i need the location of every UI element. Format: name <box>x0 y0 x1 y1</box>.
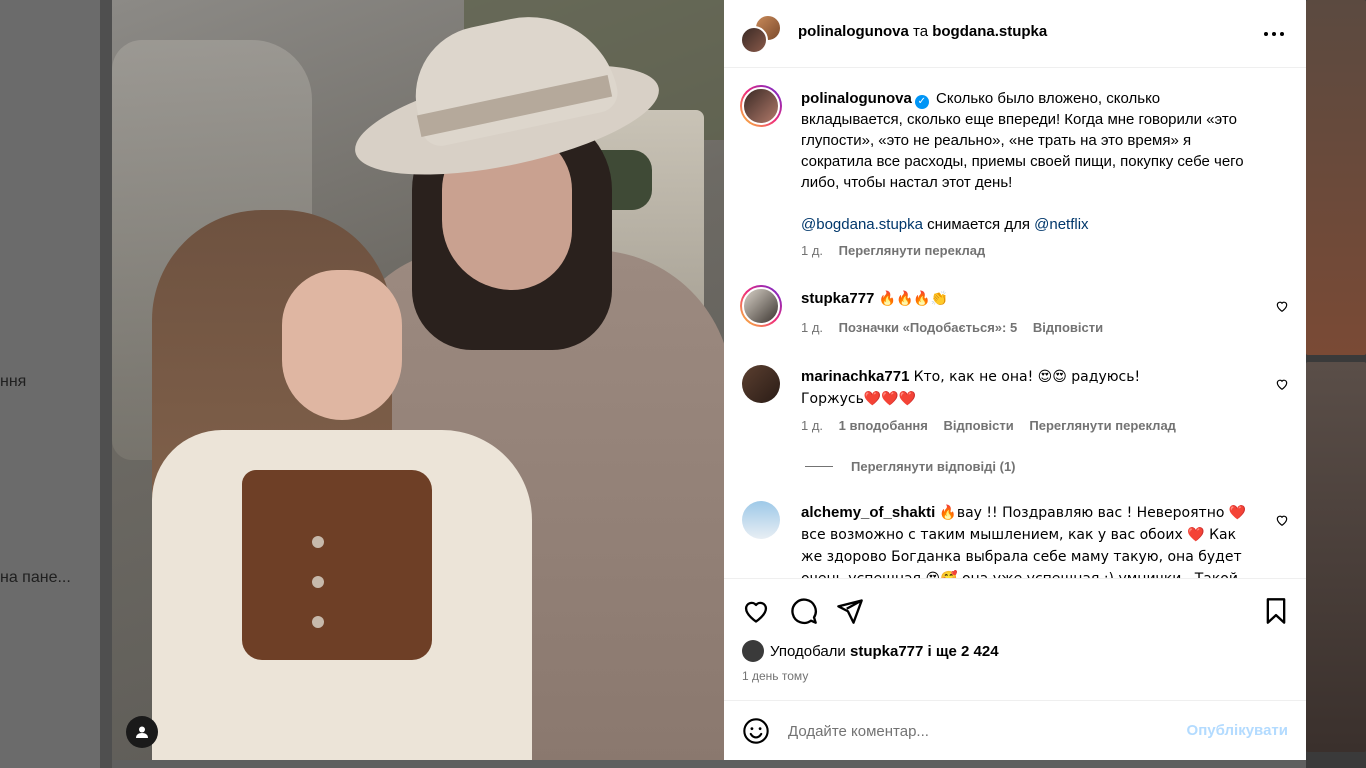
vest-button <box>312 576 324 588</box>
avatar[interactable] <box>742 501 780 539</box>
comment-text: alchemy_of_shakti 🔥вау !! Поздравляю вас… <box>801 502 1261 578</box>
heart-icon[interactable] <box>1275 299 1289 313</box>
replies-divider <box>805 466 833 467</box>
emoji-icon[interactable] <box>742 717 770 745</box>
translate-link[interactable]: Переглянути переклад <box>839 243 986 258</box>
header-user-link[interactable]: polinalogunova <box>798 23 909 40</box>
translate-link[interactable]: Переглянути переклад <box>1029 418 1176 433</box>
comment-username[interactable]: alchemy_of_shakti <box>801 504 935 521</box>
post-side-panel: polinalogunova та bogdana.stupka polinal… <box>724 0 1306 760</box>
post-photo <box>112 0 724 760</box>
comment-likes[interactable]: 1 вподобання <box>839 418 928 433</box>
share-icon[interactable] <box>836 597 864 625</box>
avatar[interactable] <box>740 85 782 127</box>
vest-button <box>312 616 324 628</box>
mention-link[interactable]: @netflix <box>1034 216 1088 233</box>
publish-button[interactable]: Опублікувати <box>1187 722 1288 739</box>
heart-icon[interactable] <box>742 597 770 625</box>
verified-icon: ✓ <box>914 95 929 109</box>
collab-avatars[interactable] <box>740 14 782 54</box>
comment-input[interactable] <box>788 719 1168 743</box>
more-icon[interactable] <box>1262 22 1286 46</box>
comment-age: 1 д. <box>801 418 824 433</box>
avatar <box>740 26 768 54</box>
user-tag-icon[interactable] <box>126 716 158 748</box>
comment-text: stupka777 🔥🔥🔥👏 <box>801 288 1261 310</box>
likes-user[interactable]: stupka777 <box>850 643 923 660</box>
background-divider <box>100 0 112 768</box>
comment-text: marinachka771 Кто, как не она! 😍😍 радуюс… <box>801 366 1161 410</box>
comment-meta: 1 д. Позначки «Подобається»: 5 Відповіст… <box>801 320 1115 335</box>
reply-button[interactable]: Відповісти <box>944 418 1014 433</box>
avatar-image <box>742 287 780 325</box>
avatar-image <box>742 87 780 125</box>
mention-link[interactable]: @bogdana.stupka <box>801 216 923 233</box>
background-text-2: на пане... <box>0 569 71 586</box>
avatar[interactable] <box>742 365 780 403</box>
comment-username[interactable]: marinachka771 <box>801 368 909 385</box>
comment-likes[interactable]: Позначки «Подобається»: 5 <box>839 320 1018 335</box>
add-comment-bar: Опублікувати <box>724 700 1306 760</box>
view-replies-button[interactable]: Переглянути відповіді (1) <box>805 459 1016 474</box>
likes-prefix: Уподобали <box>770 642 846 660</box>
caption-username[interactable]: polinalogunova <box>801 90 912 107</box>
post-header: polinalogunova та bogdana.stupka <box>724 0 1306 68</box>
view-replies-label: Переглянути відповіді (1) <box>851 459 1016 474</box>
comment-body: 🔥🔥🔥👏 <box>878 291 949 307</box>
caption-mid: снимается для <box>927 216 1030 233</box>
background-right-panel <box>1306 0 1366 768</box>
comments-list[interactable]: polinalogunova ✓ Сколько было вложено, ск… <box>724 69 1306 578</box>
header-user-link[interactable]: bogdana.stupka <box>932 23 1047 40</box>
background-text-1: ння <box>0 373 27 390</box>
background-thumbnail <box>1306 362 1366 752</box>
photo-girl-vest <box>242 470 432 660</box>
comment-age: 1 д. <box>801 320 824 335</box>
avatar[interactable] <box>740 285 782 327</box>
header-separator: та <box>913 23 929 40</box>
post-time: 1 день тому <box>742 669 809 683</box>
background-thumbnail <box>1306 0 1366 355</box>
comment-icon[interactable] <box>790 597 818 625</box>
photo-girl-face <box>282 270 402 420</box>
avatar <box>742 640 764 662</box>
likes-count[interactable]: і ще 2 424 <box>928 643 999 660</box>
heart-icon[interactable] <box>1275 377 1289 391</box>
header-title: polinalogunova та bogdana.stupka <box>798 23 1047 40</box>
comment-meta: 1 д. 1 вподобання Відповісти Переглянути… <box>801 418 1188 433</box>
heart-icon[interactable] <box>1275 513 1289 527</box>
caption-text: polinalogunova ✓ Сколько было вложено, ск… <box>801 88 1261 235</box>
comment-username[interactable]: stupka777 <box>801 290 874 307</box>
bookmark-icon[interactable] <box>1262 597 1290 625</box>
caption-meta: 1 д. Переглянути переклад <box>801 243 997 258</box>
likes-summary[interactable]: Уподобали stupka777 і ще 2 424 <box>742 640 999 662</box>
vest-button <box>312 536 324 548</box>
reply-button[interactable]: Відповісти <box>1033 320 1103 335</box>
caption-age: 1 д. <box>801 243 824 258</box>
action-bar <box>724 578 1306 640</box>
